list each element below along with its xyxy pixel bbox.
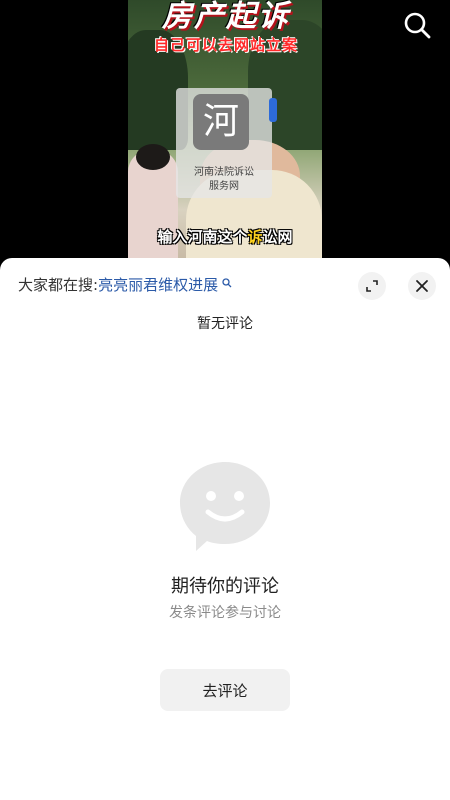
empty-state-subtitle: 发条评论参与讨论 <box>169 605 281 621</box>
no-comments-label: 暂无评论 <box>197 316 253 332</box>
logo-caption-line2: 服务网 <box>209 181 239 192</box>
smiley-chat-bubble-icon <box>180 462 270 551</box>
court-logo-caption: 河南法院诉讼 服务网 <box>176 166 272 194</box>
court-logo-card: 河 河南法院诉讼 服务网 <box>176 88 272 198</box>
close-button[interactable] <box>408 272 436 300</box>
video-overlay-title: 房产起诉 <box>162 0 290 34</box>
video-overlay-subtitle: 自己可以去网站立案 <box>153 36 298 54</box>
hot-search-bar[interactable]: 大家都在搜:亮亮丽君维权进展 <box>18 274 232 296</box>
hot-search-label: 大家都在搜: <box>18 276 99 294</box>
comment-sheet: 大家都在搜:亮亮丽君维权进展 暂无评论 期待你的评论 发条评论参与讨论 去评论 <box>0 258 450 800</box>
logo-blue-edge <box>269 98 277 122</box>
hot-search-term[interactable]: 亮亮丽君维权进展 <box>98 276 218 294</box>
close-icon <box>416 280 428 292</box>
caption-text-before: 输入河南这个 <box>157 228 248 246</box>
search-button[interactable] <box>402 10 432 40</box>
hot-search-small-search-icon <box>218 278 232 291</box>
video-player[interactable]: 房产起诉 自己可以去网站立案 河 河南法院诉讼 服务网 输入河南这个诉讼网 <box>0 0 450 262</box>
search-icon <box>404 12 431 39</box>
empty-state-title: 期待你的评论 <box>171 576 279 597</box>
go-comment-button[interactable]: 去评论 <box>160 669 290 711</box>
expand-icon <box>366 280 378 292</box>
logo-caption-line1: 河南法院诉讼 <box>194 167 254 178</box>
caption-text-after: 讼网 <box>262 228 293 246</box>
video-caption: 输入河南这个诉讼网 <box>132 226 318 247</box>
court-logo: 河 <box>193 94 249 150</box>
expand-button[interactable] <box>358 272 386 300</box>
caption-text-highlight: 诉 <box>247 228 263 246</box>
